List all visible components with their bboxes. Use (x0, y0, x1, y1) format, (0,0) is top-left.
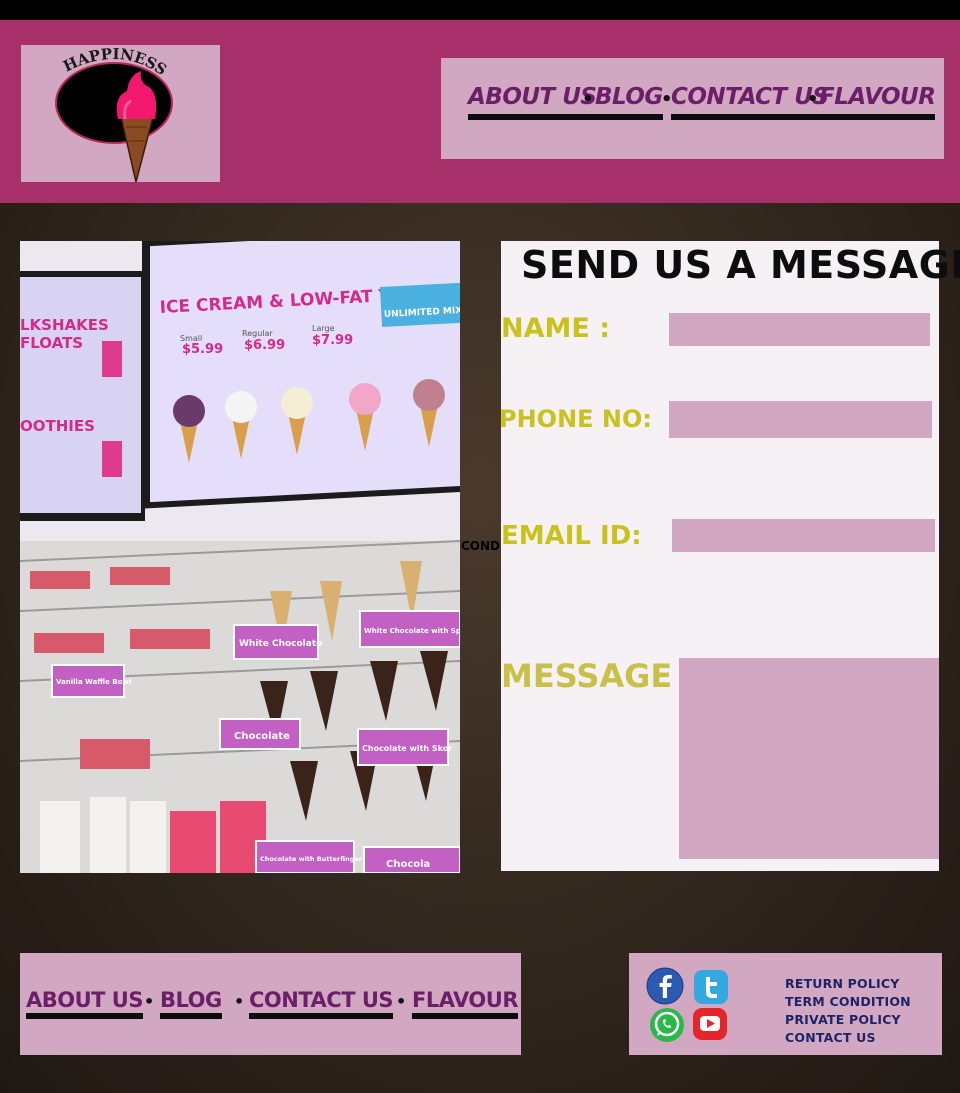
nav-flavour[interactable]: FLAVOUR (819, 84, 936, 120)
nav-separator: • (582, 89, 594, 110)
shelf-label: Chocola (386, 859, 430, 870)
footer-nav-about-us[interactable]: ABOUT US (26, 988, 143, 1019)
footer-nav-flavour[interactable]: FLAVOUR (412, 988, 519, 1019)
shelf-label: Chocolate (234, 731, 290, 742)
footer-social: RETURN POLICY TERM CONDITION PRIVATE POL… (629, 953, 942, 1055)
name-label: NAME : (501, 313, 611, 344)
message-label: MESSAGE : (501, 657, 697, 695)
nav-separator: • (234, 992, 245, 1011)
shelf-label: Chocolate with Butterfinger (260, 855, 363, 863)
contact-us-link[interactable]: CONTACT US (785, 1029, 911, 1047)
shelf-label: White Chocolate with Sprinkles (364, 627, 460, 635)
nav-separator: • (396, 992, 407, 1011)
return-policy-link[interactable]: RETURN POLICY (785, 975, 911, 993)
shelf-label: White Chocolate (239, 639, 322, 649)
site-logo[interactable]: HAPPINESS (21, 45, 220, 182)
shelf-label: Vanilla Waffle Bowl (56, 678, 131, 686)
contact-form: SEND US A MESSAGE NAME : PHONE NO: EMAIL… (499, 241, 960, 871)
message-field[interactable] (679, 658, 939, 859)
menu-text: Regular (242, 329, 273, 338)
twitter-icon[interactable] (692, 968, 730, 1006)
footer-links: RETURN POLICY TERM CONDITION PRIVATE POL… (785, 975, 911, 1047)
email-field[interactable] (672, 519, 935, 552)
phone-field[interactable] (669, 401, 932, 438)
site-header: HAPPINESS ABOUT US • BLOG • CONTACT US •… (0, 20, 960, 203)
top-black-bar (0, 0, 960, 20)
ice-cream-logo-icon: HAPPINESS (55, 45, 173, 182)
nav-contact-us[interactable]: CONTACT US (671, 84, 829, 120)
nav-separator: • (807, 89, 819, 110)
menu-text: FLOATS (20, 334, 83, 352)
term-condition-link[interactable]: TERM CONDITION (785, 993, 911, 1011)
facebook-icon[interactable] (646, 967, 684, 1005)
name-field[interactable] (669, 313, 930, 346)
phone-label: PHONE NO: (499, 405, 652, 433)
email-label: EMAIL ID: (501, 521, 642, 551)
shelf-label: Chocolate with Skor (362, 744, 452, 753)
menu-text: Large (312, 324, 335, 333)
private-policy-link[interactable]: PRIVATE POLICY (785, 1011, 911, 1029)
menu-text: OOTHIES (20, 417, 95, 435)
footer-nav-contact-us[interactable]: CONTACT US (249, 988, 394, 1019)
store-photo: LKSHAKES FLOATS OOTHIES ICE CREAM & LOW-… (20, 241, 460, 873)
menu-text: LKSHAKES (20, 316, 109, 334)
menu-text: $5.99 (182, 342, 223, 357)
footer-nav-blog[interactable]: BLOG (160, 988, 222, 1019)
footer-nav: ABOUT US • BLOG • CONTACT US • FLAVOUR (20, 953, 521, 1055)
menu-text: $7.99 (312, 333, 353, 348)
youtube-icon[interactable] (691, 1005, 729, 1043)
menu-text: $6.99 (244, 338, 285, 353)
nav-blog[interactable]: BLOG (595, 84, 663, 120)
nav-separator: • (144, 992, 155, 1011)
stray-text: COND (461, 539, 501, 553)
whatsapp-icon[interactable] (648, 1006, 686, 1044)
nav-about-us[interactable]: ABOUT US (468, 84, 597, 120)
form-title: SEND US A MESSAGE (521, 243, 960, 287)
main-nav: ABOUT US • BLOG • CONTACT US • FLAVOUR (441, 58, 944, 159)
